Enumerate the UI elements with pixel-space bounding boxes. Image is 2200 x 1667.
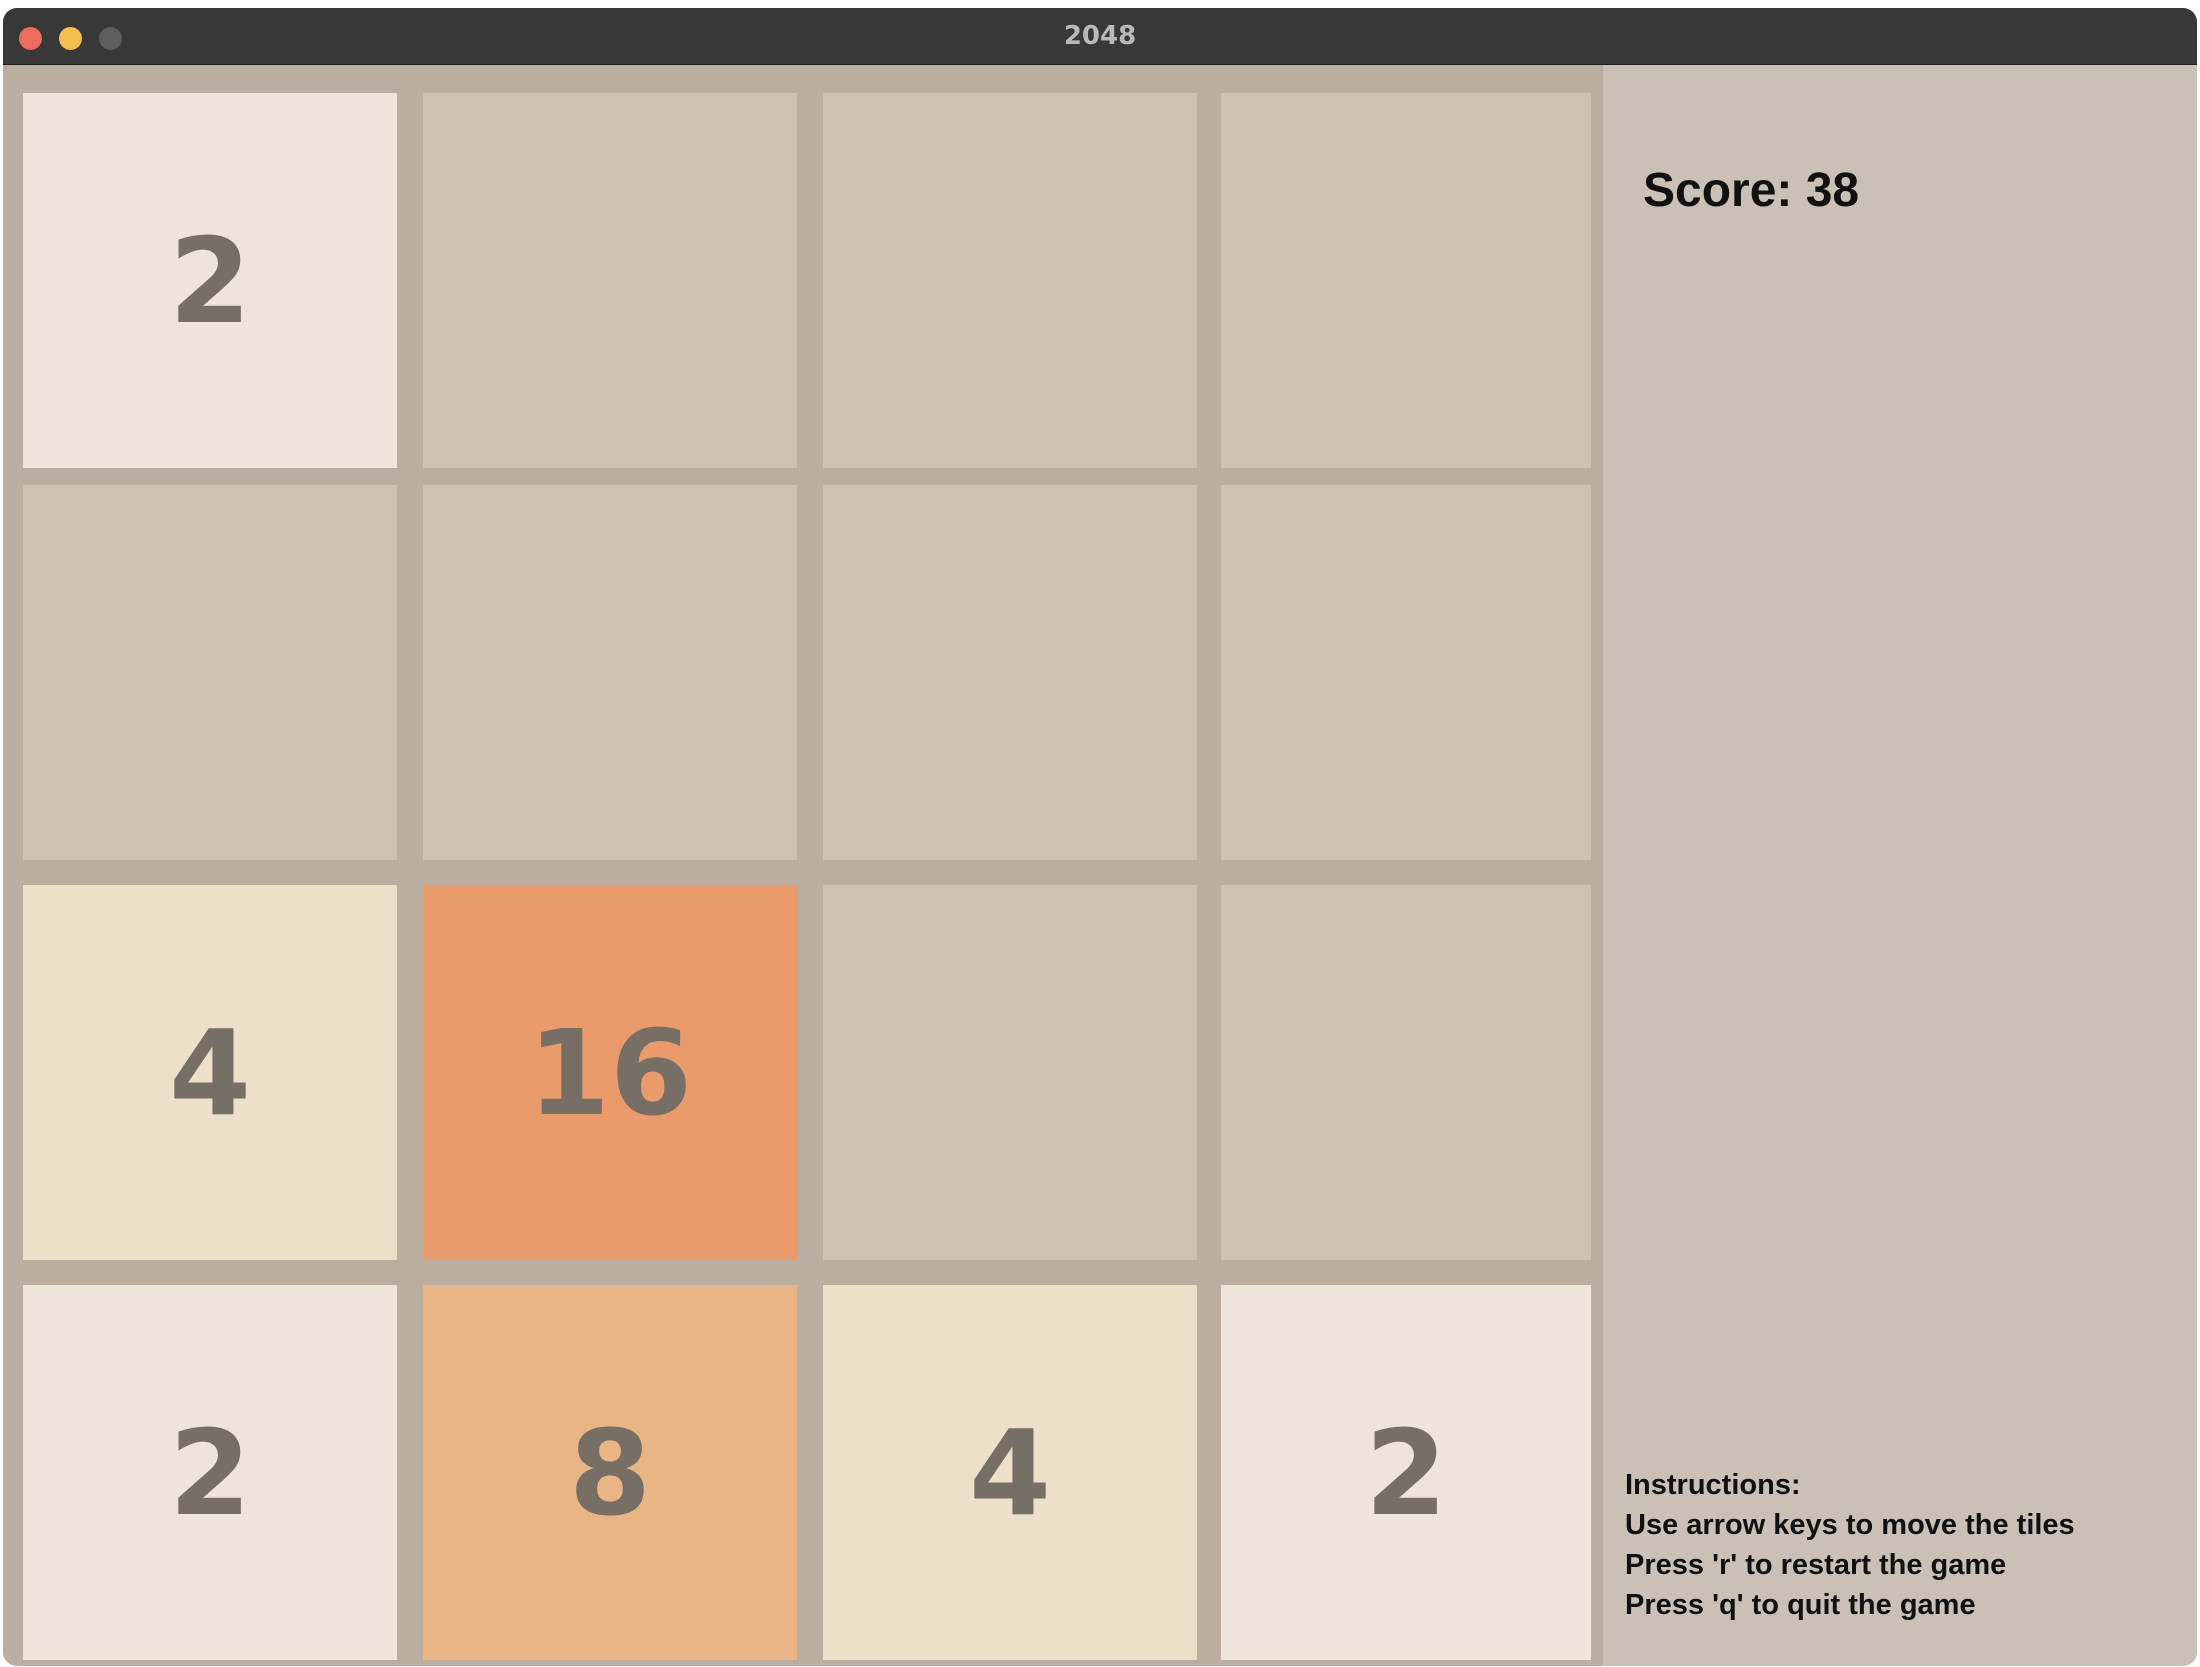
- game-board: 2 4 16 2 8 4 2: [3, 65, 1603, 1666]
- instruction-line: Press 'q' to quit the game: [1625, 1589, 1976, 1621]
- side-panel: Score: 38 Instructions: Use arrow keys t…: [1603, 65, 2197, 1666]
- tile-8: 8: [423, 1285, 797, 1660]
- window-title: 2048: [1063, 21, 1137, 51]
- empty-tile: [823, 485, 1197, 860]
- tile-2: 2: [1221, 1285, 1591, 1660]
- title-bar[interactable]: 2048: [3, 8, 2197, 65]
- empty-tile: [23, 485, 397, 860]
- empty-tile: [423, 93, 797, 468]
- tile-2: 2: [23, 93, 397, 468]
- empty-tile: [423, 485, 797, 860]
- tile-16: 16: [423, 885, 797, 1260]
- instructions-panel: Instructions: Use arrow keys to move the…: [1625, 1465, 2075, 1625]
- empty-tile: [823, 93, 1197, 468]
- empty-tile: [1221, 485, 1591, 860]
- tile-4: 4: [23, 885, 397, 1260]
- empty-tile: [1221, 93, 1591, 468]
- empty-tile: [1221, 885, 1591, 1260]
- instructions-heading: Instructions:: [1625, 1469, 1801, 1501]
- empty-tile: [823, 885, 1197, 1260]
- instruction-line: Press 'r' to restart the game: [1625, 1549, 2007, 1581]
- score-display: Score: 38: [1643, 164, 1860, 217]
- tile-2: 2: [23, 1285, 397, 1660]
- tile-4: 4: [823, 1285, 1197, 1660]
- game-window: 2048 2 4 16 2 8 4 2 Score: 38 Instructions: Us…: [3, 8, 2197, 1666]
- instruction-line: Use arrow keys to move the tiles: [1625, 1509, 2075, 1541]
